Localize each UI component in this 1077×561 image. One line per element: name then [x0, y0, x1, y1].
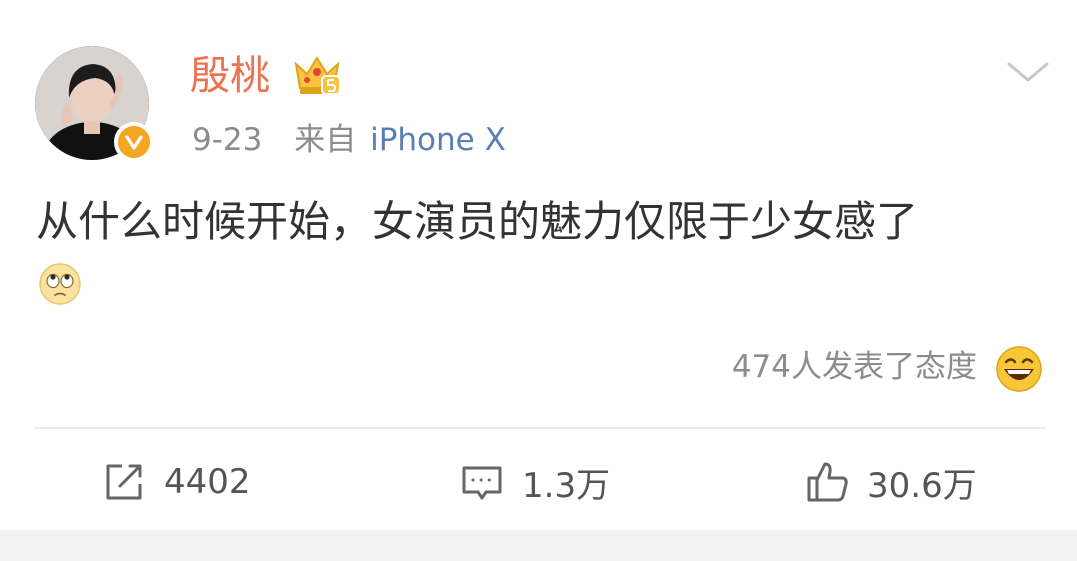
post-date: 9-23 [192, 122, 263, 158]
avatar[interactable] [35, 46, 154, 164]
comment-count: 1.3万 [522, 465, 611, 506]
feed-gap [0, 530, 1077, 561]
reactions-summary[interactable]: 474人发表了态度 [732, 345, 977, 389]
like-count: 30.6万 [867, 465, 977, 506]
comment-icon [462, 466, 502, 500]
verified-badge-icon [114, 122, 154, 162]
rolling-eyes-emoji-icon [38, 262, 82, 306]
like-button[interactable]: 30.6万 [803, 452, 977, 512]
chevron-down-icon[interactable] [1003, 56, 1053, 88]
repost-icon [106, 464, 142, 500]
from-label: 来自 [294, 122, 357, 158]
comment-button[interactable]: 1.3万 [458, 452, 610, 512]
grinning-emoji-icon[interactable] [995, 345, 1043, 393]
repost-count: 4402 [164, 462, 251, 502]
vip-crown-icon[interactable] [292, 52, 342, 98]
username[interactable]: 殷桃 [190, 52, 270, 100]
thumbs-up-icon [807, 462, 848, 502]
post-source-link[interactable]: iPhone X [370, 122, 506, 158]
post-text: 从什么时候开始，女演员的魅力仅限于少女感了 [36, 197, 919, 246]
post-card: 殷桃 9-23 来自 iPhone X 从什么时候开始，女演员的魅力仅限于少女感… [0, 0, 1077, 530]
post-meta: 9-23 来自 iPhone X [192, 120, 506, 160]
repost-button[interactable]: 4402 [100, 452, 251, 512]
divider [35, 427, 1045, 429]
